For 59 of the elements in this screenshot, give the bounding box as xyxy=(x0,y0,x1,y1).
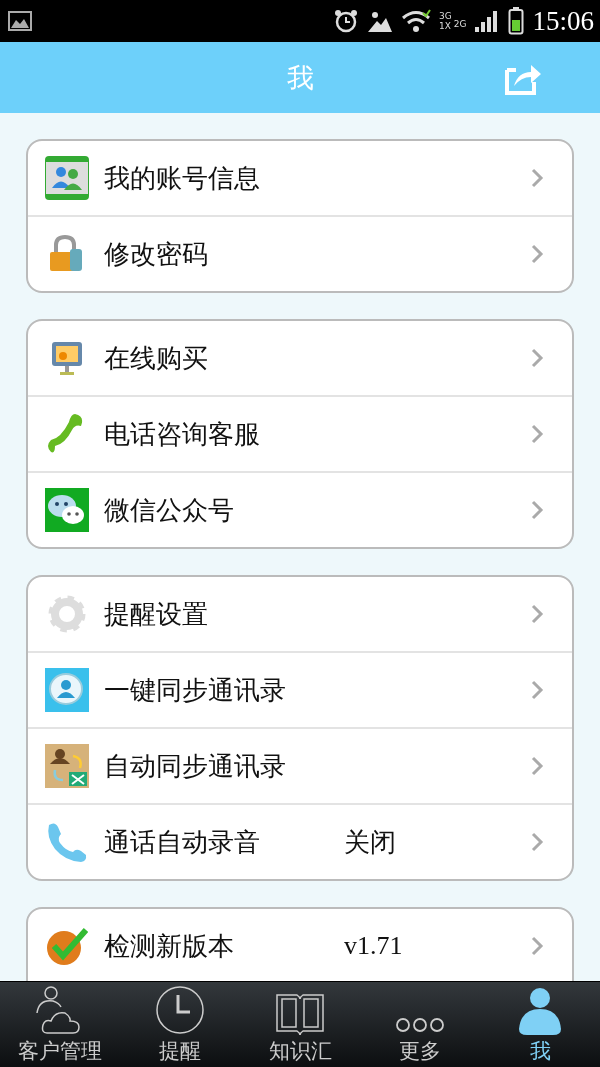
clock-icon xyxy=(155,985,205,1035)
monitor-icon xyxy=(50,340,84,376)
settings-row[interactable]: 修改密码 xyxy=(28,215,572,291)
settings-row[interactable]: 在线购买 xyxy=(28,321,572,395)
person-icon xyxy=(517,987,563,1035)
row-label: 电话咨询客服 xyxy=(104,417,261,451)
row-value: 关闭 xyxy=(344,826,396,859)
row-label: 修改密码 xyxy=(104,237,209,271)
settings-row[interactable]: 通话自动录音 关闭 xyxy=(28,803,572,879)
tab[interactable]: 更多 xyxy=(360,982,480,1067)
settings-row[interactable]: 一键同步通讯录 xyxy=(28,651,572,727)
row-value: v1.71 xyxy=(344,931,403,961)
network-label: 2G xyxy=(453,18,467,29)
alarm-icon xyxy=(333,8,360,34)
sync-contacts-icon xyxy=(45,744,89,788)
network-label: 1X xyxy=(439,21,452,31)
chevron-icon xyxy=(530,167,544,189)
settings-row[interactable]: 自动同步通讯录 xyxy=(28,727,572,803)
clock-time: 15:06 xyxy=(532,5,594,37)
row-label: 通话自动录音 xyxy=(104,825,261,859)
book-icon xyxy=(275,991,325,1035)
tab[interactable]: 我 xyxy=(480,982,600,1067)
weather-icon xyxy=(367,9,394,33)
row-label: 在线购买 xyxy=(104,341,209,375)
network-label: 3G xyxy=(439,11,452,21)
chevron-icon xyxy=(530,679,544,701)
contacts-icon xyxy=(45,156,89,200)
row-label: 我的账号信息 xyxy=(104,161,261,195)
chevron-icon xyxy=(530,243,544,265)
share-icon[interactable] xyxy=(504,62,542,96)
settings-row[interactable]: 提醒设置 xyxy=(28,577,572,651)
checkmark-icon xyxy=(46,926,88,966)
chevron-icon xyxy=(530,831,544,853)
chat-bubbles-icon xyxy=(45,488,89,532)
picture-icon xyxy=(8,11,32,31)
contact-card-icon xyxy=(45,668,89,712)
settings-row[interactable]: 电话咨询客服 xyxy=(28,395,572,471)
battery-icon xyxy=(508,7,525,35)
row-label: 提醒设置 xyxy=(104,597,209,631)
more-icon xyxy=(395,1015,445,1035)
chevron-icon xyxy=(530,423,544,445)
chevron-icon xyxy=(530,935,544,957)
settings-row[interactable]: 我的账号信息 xyxy=(28,141,572,215)
chevron-icon xyxy=(530,603,544,625)
tab[interactable]: 提醒 xyxy=(120,982,240,1067)
row-label: 自动同步通讯录 xyxy=(104,749,287,783)
row-label: 一键同步通讯录 xyxy=(104,673,287,707)
chevron-icon xyxy=(530,755,544,777)
chevron-icon xyxy=(530,347,544,369)
tab[interactable]: 知识汇 xyxy=(240,982,360,1067)
page-title: 我 xyxy=(286,60,314,95)
gear-icon xyxy=(46,593,88,635)
row-label: 检测新版本 xyxy=(104,929,235,963)
settings-row[interactable]: 微信公众号 xyxy=(28,471,572,547)
phone-icon xyxy=(45,821,89,863)
row-label: 微信公众号 xyxy=(104,493,235,527)
tab[interactable]: 客户管理 xyxy=(0,982,120,1067)
wifi-icon xyxy=(401,9,432,33)
chevron-icon xyxy=(530,499,544,521)
